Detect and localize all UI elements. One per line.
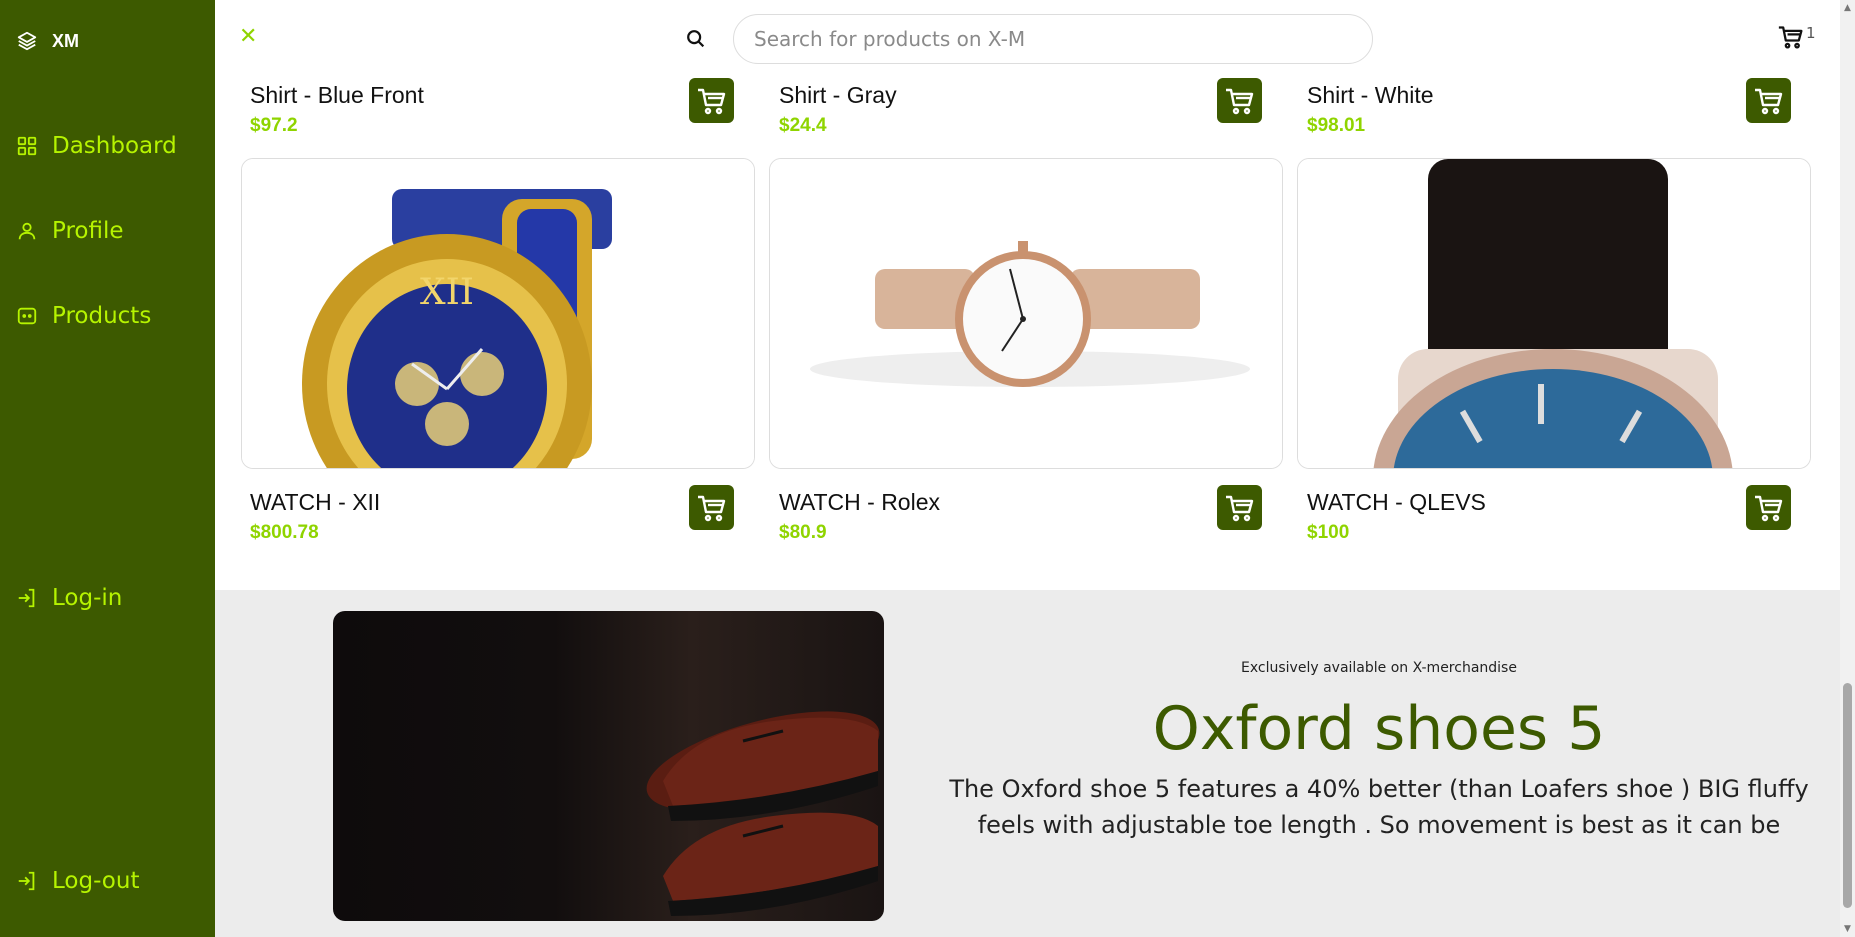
product-card-shirt-white[interactable]: Shirt - White $98.01: [1307, 82, 1434, 137]
sidebar-item-logout[interactable]: Log-out: [16, 868, 139, 894]
add-to-cart-button[interactable]: [1746, 485, 1791, 530]
brand[interactable]: XM: [16, 30, 79, 52]
cart-icon: [697, 495, 725, 521]
cart-icon: [697, 88, 725, 114]
product-image-watch-qlevs[interactable]: [1297, 158, 1811, 469]
cart-icon: [1225, 495, 1253, 521]
scroll-down-arrow-icon[interactable]: ▼: [1843, 924, 1852, 934]
sidebar-item-label: Log-in: [52, 585, 123, 611]
watch-image: XII: [242, 159, 754, 468]
add-to-cart-button[interactable]: [1217, 78, 1262, 123]
search-icon[interactable]: [685, 28, 707, 50]
promo-kicker: Exclusively available on X-merchandise: [1241, 660, 1517, 676]
scrollbar-thumb[interactable]: [1843, 683, 1852, 908]
product-card-watch-rolex[interactable]: WATCH - Rolex $80.9: [779, 489, 940, 544]
products-icon: [17, 307, 37, 325]
sidebar-item-products[interactable]: Products: [16, 303, 151, 329]
product-grid: Shirt - Blue Front $97.2 Shirt - Gray $2…: [215, 0, 1840, 590]
product-name: Shirt - Blue Front: [250, 82, 424, 108]
sidebar-item-label: Log-out: [52, 868, 140, 894]
add-to-cart-button[interactable]: [1746, 78, 1791, 123]
app-root: XM Dashboard Profile Products Log-in Log…: [0, 0, 1855, 937]
scroll-up-arrow-icon[interactable]: ▲: [1843, 3, 1852, 13]
promo-banner: Exclusively available on X-merchandise O…: [215, 590, 1840, 937]
brand-name: XM: [52, 30, 79, 51]
sidebar-item-label: Profile: [52, 218, 124, 244]
product-card-shirt-gray[interactable]: Shirt - Gray $24.4: [779, 82, 897, 137]
logout-icon: [18, 871, 35, 891]
product-name: WATCH - XII: [250, 489, 381, 515]
user-icon: [18, 222, 36, 240]
add-to-cart-button[interactable]: [1217, 485, 1262, 530]
cart-icon: [1754, 88, 1782, 114]
promo-image[interactable]: [333, 611, 884, 921]
product-name: WATCH - Rolex: [779, 489, 940, 515]
close-sidebar-button[interactable]: ✕: [239, 26, 257, 48]
page-scrollbar[interactable]: ▲ ▼: [1840, 0, 1855, 937]
add-to-cart-button[interactable]: [689, 78, 734, 123]
product-name: Shirt - White: [1307, 82, 1434, 108]
product-name: Shirt - Gray: [779, 82, 897, 108]
product-card-watch-qlevs[interactable]: WATCH - QLEVS $100: [1307, 489, 1486, 544]
product-price: $24.4: [779, 115, 827, 136]
search-input[interactable]: [733, 14, 1373, 64]
sidebar-item-label: Products: [52, 303, 152, 329]
login-icon: [18, 588, 35, 608]
header-cart-button[interactable]: 1: [1777, 24, 1816, 50]
watch-image: [770, 159, 1282, 468]
grid-icon: [17, 136, 37, 156]
sidebar-item-profile[interactable]: Profile: [16, 218, 124, 244]
product-name: WATCH - QLEVS: [1307, 489, 1486, 515]
svg-text:XII: XII: [420, 272, 474, 313]
product-price: $80.9: [779, 522, 827, 543]
product-image-watch-xii[interactable]: XII: [241, 158, 755, 469]
sidebar-item-label: Dashboard: [52, 133, 177, 159]
oxford-shoes-image: [646, 711, 880, 916]
product-image-watch-rolex[interactable]: [769, 158, 1283, 469]
product-price: $98.01: [1307, 115, 1366, 136]
promo-title: Oxford shoes 5: [1152, 694, 1606, 764]
cart-count-badge: 1: [1806, 24, 1816, 42]
add-to-cart-button[interactable]: [689, 485, 734, 530]
sidebar-item-dashboard[interactable]: Dashboard: [16, 133, 177, 159]
watch-image: [1298, 159, 1810, 468]
cart-icon: [1778, 26, 1803, 49]
sidebar: XM Dashboard Profile Products Log-in Log…: [0, 0, 215, 937]
promo-description: The Oxford shoe 5 features a 40% better …: [949, 775, 1809, 839]
product-price: $800.78: [250, 522, 319, 543]
sidebar-item-login[interactable]: Log-in: [16, 585, 122, 611]
product-price: $97.2: [250, 115, 298, 136]
product-card-watch-xii[interactable]: WATCH - XII $800.78: [250, 489, 380, 544]
cart-icon: [1225, 88, 1253, 114]
layers-icon: [17, 31, 37, 51]
top-bar: ✕ 1: [215, 0, 1840, 72]
product-price: $100: [1307, 522, 1350, 543]
product-card-shirt-blue-front[interactable]: Shirt - Blue Front $97.2: [250, 82, 424, 137]
cart-icon: [1754, 495, 1782, 521]
